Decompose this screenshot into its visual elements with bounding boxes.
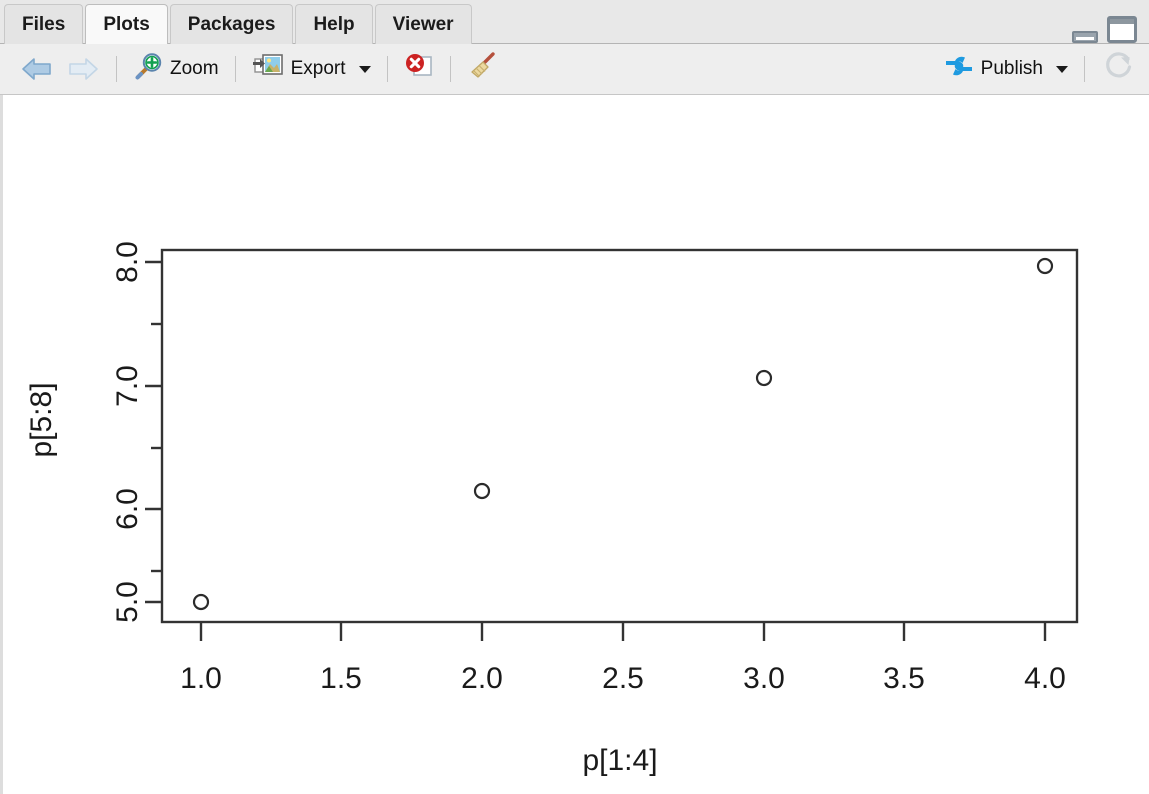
y-axis-label: p[5:8] <box>25 382 58 457</box>
publish-button[interactable]: Publish <box>938 50 1074 88</box>
x-axis-label: p[1:4] <box>582 744 657 777</box>
tab-viewer[interactable]: Viewer <box>374 4 472 44</box>
forward-arrow-icon <box>66 56 100 82</box>
tab-plots-label: Plots <box>103 13 150 35</box>
plot-box <box>160 248 1079 624</box>
data-point-series <box>192 257 1054 611</box>
export-label: Export <box>290 58 346 79</box>
toolbar-right-group: Publish <box>938 44 1141 94</box>
remove-plot-button[interactable] <box>398 50 440 88</box>
x-tick-label: 2.5 <box>602 662 644 695</box>
toolbar-separator <box>449 56 451 82</box>
image-export-icon <box>252 52 284 86</box>
chevron-down-icon[interactable] <box>1056 65 1068 73</box>
toolbar-separator <box>1084 56 1085 82</box>
plot-output-area[interactable]: 8.0 7.0 6.0 5.0 p[5:8] 1.0 1.5 2.0 2.5 3… <box>0 95 1149 794</box>
y-tick-label: 6.0 <box>111 488 144 530</box>
toolbar-separator <box>234 56 236 82</box>
tab-plots[interactable]: Plots <box>85 4 168 44</box>
data-point <box>473 482 491 500</box>
zoom-label: Zoom <box>170 58 219 79</box>
back-arrow-icon <box>20 56 54 82</box>
x-tick-label: 1.0 <box>180 662 222 695</box>
tab-bar: Files Plots Packages Help Viewer <box>0 0 1149 44</box>
clear-all-plots-button[interactable] <box>461 50 505 88</box>
tab-packages-label: Packages <box>187 13 276 35</box>
data-point <box>192 593 210 611</box>
tab-help[interactable]: Help <box>295 4 373 44</box>
remove-plot-icon <box>404 52 434 86</box>
zoom-button[interactable]: Zoom <box>127 50 225 88</box>
previous-plot-button[interactable] <box>14 50 60 88</box>
publish-label: Publish <box>980 58 1043 79</box>
x-tick-label: 1.5 <box>320 662 362 695</box>
y-tick-label: 5.0 <box>111 581 144 623</box>
rstudio-plots-pane: Files Plots Packages Help Viewer Zoom Ex… <box>0 0 1149 794</box>
broom-icon <box>467 51 499 87</box>
minimize-icon[interactable] <box>1072 31 1098 43</box>
plots-toolbar: Zoom Export Publish <box>0 44 1149 95</box>
refresh-button[interactable] <box>1095 50 1141 88</box>
magnifier-plus-icon <box>133 51 163 87</box>
tab-list: Files Plots Packages Help Viewer <box>4 4 474 44</box>
data-point <box>755 369 773 387</box>
scatter-plot: 8.0 7.0 6.0 5.0 p[5:8] 1.0 1.5 2.0 2.5 3… <box>25 241 1079 777</box>
tab-files[interactable]: Files <box>4 4 84 44</box>
chevron-down-icon[interactable] <box>358 65 371 73</box>
export-button[interactable]: Export <box>246 50 377 88</box>
x-tick-label: 4.0 <box>1024 662 1066 695</box>
x-tick-label: 3.5 <box>883 662 925 695</box>
refresh-icon <box>1101 50 1135 88</box>
toolbar-separator <box>116 56 117 82</box>
tab-help-label: Help <box>313 13 355 35</box>
toolbar-left-group: Zoom Export <box>14 44 505 94</box>
maximize-icon[interactable] <box>1107 16 1137 43</box>
y-tick-label: 7.0 <box>111 365 144 407</box>
next-plot-button[interactable] <box>60 50 106 88</box>
x-tick-label: 2.0 <box>461 662 503 695</box>
tab-packages[interactable]: Packages <box>169 4 294 44</box>
tab-files-label: Files <box>22 13 66 35</box>
tab-viewer-label: Viewer <box>392 13 454 35</box>
y-tick-label: 8.0 <box>111 241 144 283</box>
window-controls <box>1072 16 1137 43</box>
x-tick-label: 3.0 <box>743 662 785 695</box>
toolbar-separator <box>386 56 388 82</box>
publish-icon <box>944 53 974 85</box>
data-point <box>1036 257 1054 275</box>
